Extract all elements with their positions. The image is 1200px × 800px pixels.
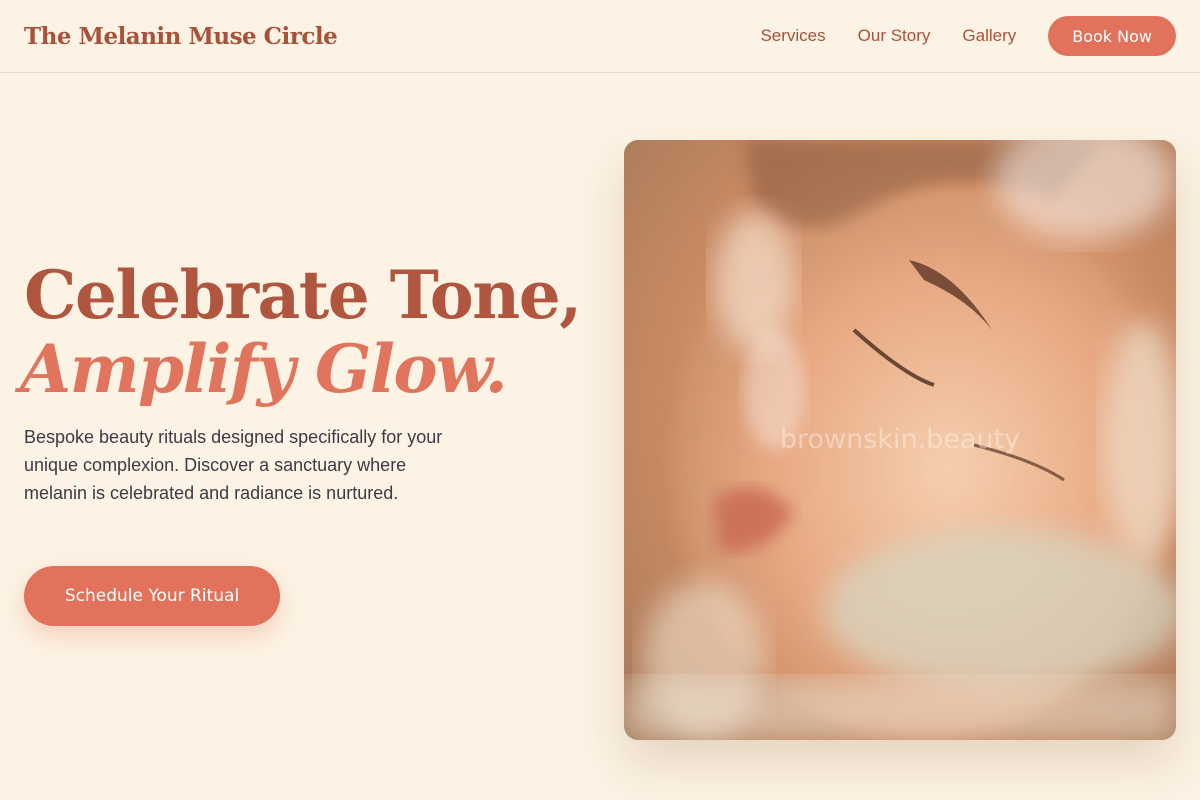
schedule-ritual-button[interactable]: Schedule Your Ritual [24, 566, 280, 626]
image-watermark: brownskin.beauty [779, 424, 1021, 455]
book-now-button[interactable]: Book Now [1048, 16, 1176, 56]
site-header: The Melanin Muse Circle Services Our Sto… [0, 0, 1200, 73]
nav-link-services[interactable]: Services [760, 26, 825, 46]
hero-description: Bespoke beauty rituals designed specific… [24, 427, 443, 503]
nav-link-gallery[interactable]: Gallery [962, 26, 1016, 46]
nav-link-our-story[interactable]: Our Story [858, 26, 931, 46]
hero-title-line-2: Amplify Glow. [20, 330, 508, 408]
hero-title-line-1: Celebrate Tone, [24, 256, 582, 334]
brand-logo[interactable]: The Melanin Muse Circle [24, 23, 338, 50]
hero-image: brownskin.beauty [624, 140, 1176, 740]
main-nav: Services Our Story Gallery Book Now [760, 16, 1176, 56]
